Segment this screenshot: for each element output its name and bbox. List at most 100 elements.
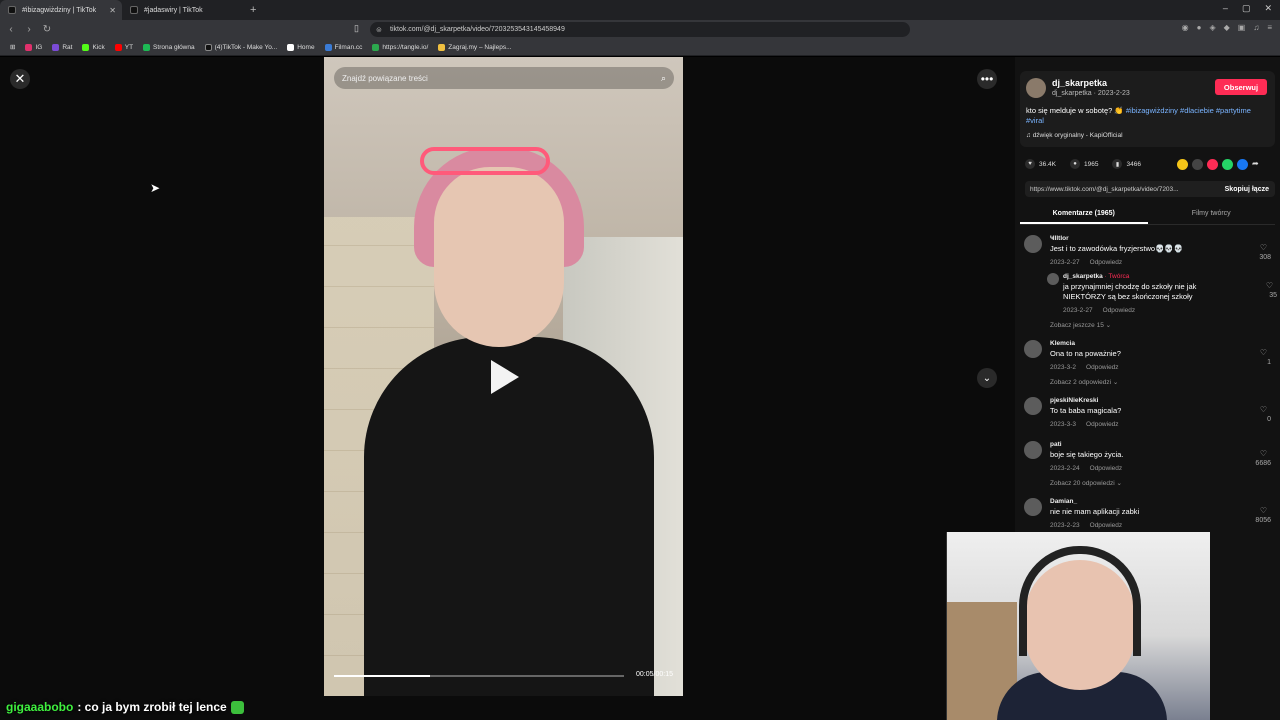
extension-icon[interactable]: ◈ [1209, 23, 1215, 32]
comment-like-icon[interactable]: ♡ [1266, 281, 1273, 290]
back-icon[interactable]: ‹ [4, 24, 18, 35]
reply-button[interactable]: Odpowiedz [1086, 421, 1119, 428]
browser-tab[interactable]: #jadaswiry | TikTok [122, 0, 244, 20]
bookmark-item[interactable]: (4)TikTok - Make Yo... [204, 43, 277, 51]
avatar[interactable] [1024, 441, 1042, 459]
more-icon: ••• [980, 72, 994, 86]
bookmark-item[interactable]: IG [25, 43, 42, 51]
search-icon[interactable]: ⌕ [661, 73, 666, 84]
bookmark-icon: ▮ [1112, 159, 1123, 169]
chat-username: gigaaabobo [6, 700, 74, 714]
caption-text: kto się melduje w sobotę? 👏 [1026, 106, 1124, 115]
video-progress-bar[interactable] [334, 675, 624, 677]
tab-comments[interactable]: Komentarze (1965) [1020, 205, 1148, 224]
profile-icon[interactable]: ♫ [1253, 23, 1259, 32]
bookmark-item[interactable]: https://tangle.io/ [372, 43, 428, 51]
share-link-text[interactable]: https://www.tiktok.com/@dj_skarpetka/vid… [1030, 186, 1179, 193]
avatar[interactable] [1026, 78, 1046, 98]
comment-like-icon[interactable]: ♡ [1260, 449, 1267, 458]
avatar[interactable] [1024, 340, 1042, 358]
video-frame-glasses [420, 147, 550, 175]
whatsapp-icon[interactable] [1222, 159, 1233, 170]
extension-icons: ◉ ● ◈ ◆ ▣ ♫ ≡ [1182, 23, 1272, 32]
facebook-icon[interactable] [1237, 159, 1248, 170]
comment-meta: 2023-2-27 Odpowiedz [1050, 259, 1123, 266]
reply-button[interactable]: Odpowiedz [1090, 259, 1123, 266]
next-video-button[interactable]: ⌄ [977, 368, 997, 388]
sound-link[interactable]: ♫ dźwięk oryginalny - KapiOfficial [1026, 132, 1123, 139]
related-search-input[interactable]: Znajdź powiązane treści ⌕ [334, 67, 674, 89]
comment-text: ja przynajmniej chodzę do szkoły nie jak… [1063, 282, 1197, 301]
search-placeholder: Znajdź powiązane treści [342, 73, 428, 83]
video-timecode: 00:05/00:15 [636, 671, 673, 678]
more-options-button[interactable]: ••• [977, 69, 997, 89]
window-controls: – ▢ ✕ [1223, 3, 1272, 14]
comment-author[interactable]: pjeskiNieKreski [1050, 397, 1098, 404]
browser-tab-active[interactable]: #ibizagwiżdziny | TikTok ✕ [0, 0, 122, 20]
bookmark-page-icon[interactable]: ▯ [354, 23, 359, 34]
close-window-icon[interactable]: ✕ [1264, 3, 1272, 14]
follow-button[interactable]: Obserwuj [1215, 79, 1267, 95]
view-more-replies[interactable]: Zobacz 20 odpowiedzi ⌄ [1050, 479, 1122, 487]
comment-meta: 2023-2-27 Odpowiedz [1063, 307, 1136, 314]
close-icon: ✕ [14, 71, 26, 86]
send-friends-icon[interactable] [1207, 159, 1218, 170]
comment-author[interactable]: dj_skarpetka · Twórca [1063, 273, 1129, 280]
reply-button[interactable]: Odpowiedz [1090, 522, 1123, 529]
bookmark-item[interactable]: Filman.cc [324, 43, 362, 51]
screen: #ibizagwiżdziny | TikTok ✕ #jadaswiry | … [0, 0, 1280, 720]
play-icon[interactable] [491, 360, 519, 394]
reply-button[interactable]: Odpowiedz [1086, 364, 1119, 371]
reply-button[interactable]: Odpowiedz [1103, 307, 1136, 314]
extension-icon[interactable]: ● [1197, 23, 1202, 32]
extension-icon[interactable]: ◉ [1182, 23, 1189, 32]
comment-like-icon[interactable]: ♡ [1260, 348, 1267, 357]
forward-icon[interactable]: › [22, 24, 36, 35]
close-video-button[interactable]: ✕ [10, 69, 30, 89]
comment-author[interactable]: Klemcia [1050, 340, 1075, 347]
share-arrow-icon[interactable]: ➦ [1252, 159, 1263, 170]
url-field[interactable]: ⊜ tiktok.com/@dj_skarpetka/video/7203253… [370, 22, 910, 37]
reload-icon[interactable]: ↻ [40, 24, 54, 35]
streamer-webcam [946, 532, 1210, 720]
new-tab-icon[interactable]: + [250, 4, 256, 16]
site-info-icon[interactable]: ⊜ [376, 26, 382, 34]
sidebar-icon[interactable]: ▣ [1238, 23, 1246, 32]
view-more-replies[interactable]: Zobacz 2 odpowiedzi ⌄ [1050, 378, 1118, 386]
avatar[interactable] [1024, 498, 1042, 516]
avatar[interactable] [1024, 397, 1042, 415]
save-button[interactable]: ▮ 3466 [1112, 159, 1141, 169]
avatar[interactable] [1024, 235, 1042, 253]
minimize-icon[interactable]: – [1223, 3, 1228, 14]
apps-icon[interactable]: ⊞ [10, 43, 15, 51]
bookmark-item[interactable]: Zagraj.my – Najleps... [438, 43, 512, 51]
bookmark-item[interactable]: Strona główna [143, 43, 195, 51]
bookmark-item[interactable]: Kick [82, 43, 105, 51]
comment-like-icon[interactable]: ♡ [1260, 405, 1267, 414]
embed-icon[interactable] [1192, 159, 1203, 170]
mouse-cursor-icon: ➤ [150, 181, 161, 195]
tab-creator-videos[interactable]: Filmy twórcy [1148, 205, 1276, 224]
copy-link-button[interactable]: Skopiuj łącze [1225, 186, 1269, 193]
bookmark-item[interactable]: Home [287, 43, 315, 51]
creator-badge: · Twórca [1104, 273, 1130, 280]
maximize-icon[interactable]: ▢ [1242, 3, 1251, 14]
comment-like-icon[interactable]: ♡ [1260, 243, 1267, 252]
comment-author[interactable]: pati [1050, 441, 1062, 448]
comment-author[interactable]: Ҹlltlor [1050, 235, 1069, 242]
menu-icon[interactable]: ≡ [1267, 23, 1272, 32]
emoji-share-icon[interactable] [1177, 159, 1188, 170]
extension-icon[interactable]: ◆ [1224, 23, 1230, 32]
like-button[interactable]: ♥ 36.4K [1025, 159, 1056, 169]
avatar[interactable] [1047, 273, 1059, 285]
comment-author[interactable]: Damian_ [1050, 498, 1077, 505]
comment-like-icon[interactable]: ♡ [1260, 506, 1267, 515]
bookmark-item[interactable]: YT [114, 43, 133, 51]
bookmark-item[interactable]: Rat [52, 43, 72, 51]
share-icons: ➦ [1177, 159, 1263, 170]
reply-button[interactable]: Odpowiedz [1090, 465, 1123, 472]
close-tab-icon[interactable]: ✕ [109, 6, 116, 15]
comment-button[interactable]: ● 1965 [1070, 159, 1098, 169]
video-player[interactable]: Znajdź powiązane treści ⌕ 00:05/00:15 [324, 57, 683, 696]
author-username[interactable]: dj_skarpetka [1052, 78, 1107, 88]
